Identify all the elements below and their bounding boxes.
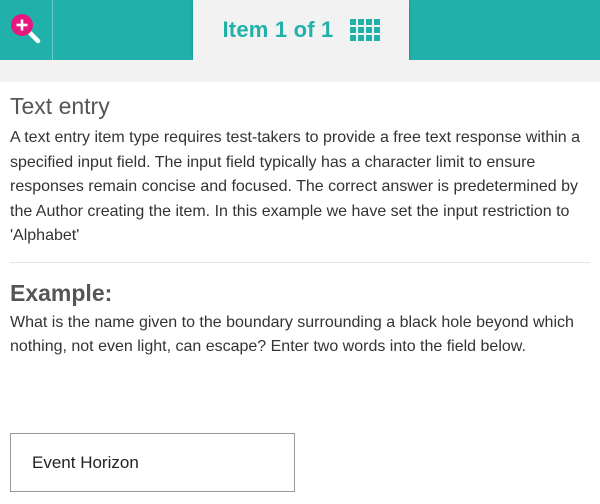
divider — [10, 261, 590, 263]
grid-icon — [349, 19, 380, 41]
item-counter-label: Item 1 of 1 — [222, 17, 334, 42]
item-content: Text entry A text entry item type requir… — [10, 82, 590, 360]
question-text: What is the name given to the boundary s… — [10, 313, 574, 356]
item-navigator-button[interactable]: Item 1 of 1 — [193, 0, 409, 60]
zoom-in-icon — [11, 14, 41, 44]
answer-input[interactable] — [10, 433, 295, 492]
toolbar-shadow-strip — [0, 60, 600, 82]
section-title: Text entry — [10, 93, 110, 119]
top-toolbar: Item 1 of 1 — [0, 0, 600, 60]
section-description: A text entry item type requires test-tak… — [10, 129, 581, 244]
example-title: Example: — [10, 279, 113, 306]
zoom-button[interactable] — [0, 0, 53, 60]
